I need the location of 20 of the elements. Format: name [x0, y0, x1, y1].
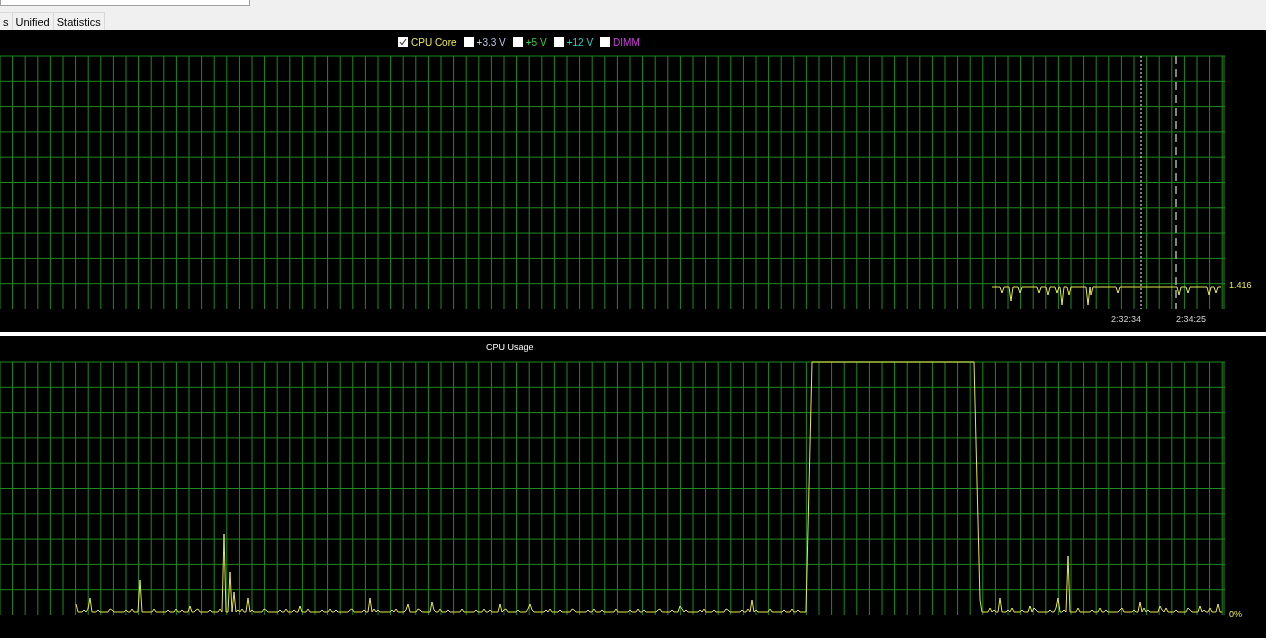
legend-label: +3.3 V [476, 35, 506, 50]
tab[interactable]: Unified [12, 12, 54, 30]
tab[interactable]: Statistics [53, 12, 105, 30]
time-label: 2:34:25 [1176, 313, 1207, 326]
checkbox[interactable] [512, 37, 523, 47]
checkbox[interactable] [463, 37, 474, 47]
time-label: 2:32:34 [1111, 313, 1142, 326]
checkbox[interactable] [398, 37, 408, 47]
value-label: 1.416 [1229, 279, 1252, 291]
legend-label: DIMM [613, 35, 640, 50]
input-field[interactable] [0, 0, 250, 6]
checkbox[interactable] [553, 37, 564, 47]
tab[interactable]: s [0, 12, 13, 30]
check-icon [399, 38, 407, 46]
legend-label: CPU Core [411, 35, 457, 50]
legend-label: +5 V [525, 35, 547, 50]
legend-label: +12 V [566, 35, 594, 50]
value-label: 0% [1229, 608, 1242, 620]
chart-title: CPU Usage [486, 341, 534, 355]
checkbox[interactable] [600, 37, 611, 47]
